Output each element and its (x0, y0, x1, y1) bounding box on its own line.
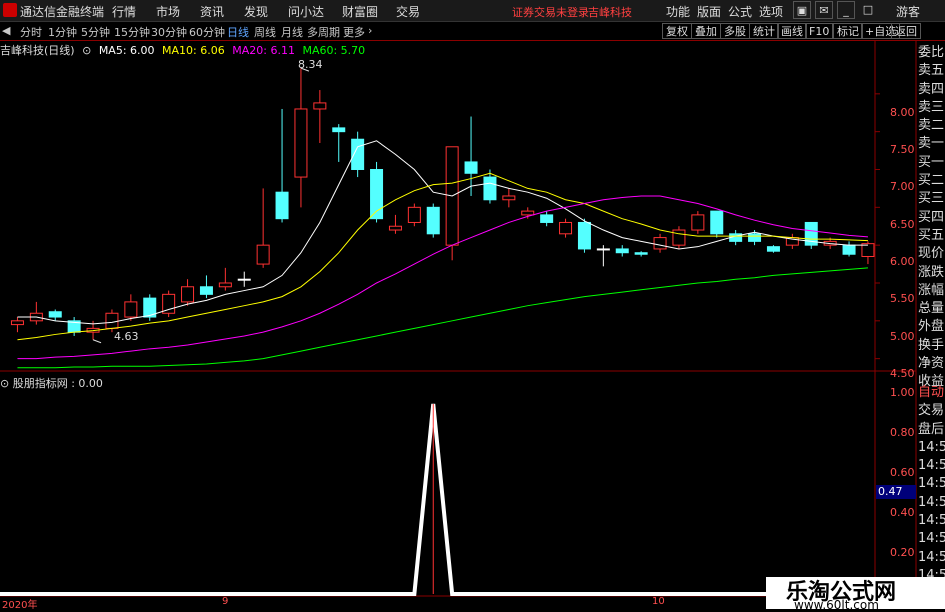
candle-body[interactable] (653, 237, 667, 250)
quote-label: 涨幅 (918, 282, 945, 298)
candle-body[interactable] (483, 176, 497, 201)
indicator-tick: 0.80 (890, 426, 915, 439)
quote-label: 卖一 (918, 136, 945, 152)
candle-body[interactable] (842, 244, 856, 255)
candle-body[interactable] (426, 206, 440, 235)
candle-body[interactable] (766, 246, 780, 252)
quote-label: 买五 (918, 227, 945, 243)
candle-body[interactable] (748, 233, 762, 242)
price-tick: 5.50 (890, 292, 915, 305)
quote-label: 买二 (918, 173, 945, 189)
date-tick: 10 (652, 596, 665, 607)
price-tick: 7.50 (890, 143, 915, 156)
quote-label: 净资 (918, 356, 945, 372)
candle-body[interactable] (237, 278, 251, 281)
quote-label: 现价 (918, 246, 945, 262)
candle-body[interactable] (559, 221, 573, 235)
quote-label: 卖四 (918, 81, 945, 97)
low-price-label: 4.63 (114, 330, 139, 343)
quote-label: 买四 (918, 209, 945, 225)
candle-body[interactable] (294, 108, 308, 178)
trade-panel: 自动交易盘后 14:56 14:56 14:56 14:56 14:56 14:56 14:5… (918, 384, 945, 585)
indicator-label: 股朋指标网 : 0.00 (12, 377, 103, 390)
trade-label: 14:56 (918, 458, 945, 474)
quote-label: 委比 (918, 45, 945, 60)
candle-body[interactable] (691, 214, 705, 231)
kline-chart[interactable] (0, 0, 945, 609)
quote-label: 涨跌 (918, 264, 945, 280)
trade-label: 交易 (918, 403, 945, 419)
trade-label: 自动 (918, 385, 945, 400)
indicator-tick: 0.40 (890, 506, 915, 519)
indicator-line (0, 403, 875, 596)
indicator-info: ⊙ 股朋指标网 : 0.00 (0, 375, 103, 391)
quote-label: 卖三 (918, 99, 945, 115)
candle-body[interactable] (256, 244, 270, 265)
candle-body[interactable] (672, 229, 686, 246)
candle-body[interactable] (615, 248, 629, 254)
quote-label: 总量 (918, 301, 945, 317)
candle-body[interactable] (10, 320, 24, 326)
trade-label: 14:56 (918, 494, 945, 510)
trade-label: 14:56 (918, 531, 945, 547)
trade-label: 14:56 (918, 439, 945, 455)
candle-body[interactable] (313, 102, 327, 110)
watermark: 乐淘公式网 www.60lt.com (766, 577, 945, 612)
candle-body[interactable] (124, 301, 138, 318)
price-tick: 4.50 (890, 367, 915, 380)
quote-panel: 委比 卖五 卖四 卖三 卖二 卖一 买一 买二 买三 买四 买五 现价 涨跌 涨幅 总量 外盘 换手 净资 收益 (918, 44, 945, 392)
candle-body[interactable] (596, 248, 610, 251)
candle-body[interactable] (577, 221, 591, 250)
price-tick: 6.00 (890, 255, 915, 268)
trade-label: 盘后 (918, 421, 945, 437)
candle-body[interactable] (48, 311, 62, 318)
watermark-url: www.60lt.com (794, 598, 879, 612)
indicator-tick: 1.00 (890, 386, 915, 399)
price-tick: 8.00 (890, 106, 915, 119)
quote-label: 卖五 (918, 63, 945, 79)
ma5-line (17, 140, 868, 325)
price-tick: 5.00 (890, 330, 915, 343)
quote-label: 外盘 (918, 319, 945, 335)
ma20-line (17, 195, 868, 360)
candle-body[interactable] (218, 282, 232, 288)
candle-body[interactable] (332, 127, 346, 133)
trade-label: 14:56 (918, 513, 945, 529)
candle-body[interactable] (105, 312, 119, 329)
trade-label: 14:56 (918, 476, 945, 492)
candle-body[interactable] (407, 206, 421, 223)
candle-body[interactable] (502, 195, 516, 201)
indicator-tick: 0.60 (890, 466, 915, 479)
candle-body[interactable] (275, 191, 289, 220)
candle-body[interactable] (521, 210, 535, 216)
candle-body[interactable] (181, 286, 195, 303)
indicator-value-badge: 0.47 (876, 485, 916, 499)
candle-body[interactable] (464, 161, 478, 174)
low-marker (92, 339, 102, 344)
candle-body[interactable] (540, 214, 554, 223)
price-tick: 6.50 (890, 218, 915, 231)
price-tick: 7.00 (890, 180, 915, 193)
candle-body[interactable] (199, 286, 213, 295)
candle-body[interactable] (634, 252, 648, 255)
candle-body[interactable] (710, 210, 724, 235)
ma60-line (17, 267, 868, 369)
quote-label: 买一 (918, 154, 945, 170)
candle-body[interactable] (388, 225, 402, 231)
quote-label: 换手 (918, 337, 945, 353)
indicator-tick: 0.20 (890, 546, 915, 559)
quote-label: 买三 (918, 191, 945, 207)
quote-label: 卖二 (918, 118, 945, 134)
high-price-label: 8.34 (298, 58, 323, 71)
date-tick: 9 (222, 596, 229, 607)
indicator-dropdown-icon[interactable]: ⊙ (0, 377, 9, 390)
trade-label: 14:56 (918, 549, 945, 565)
